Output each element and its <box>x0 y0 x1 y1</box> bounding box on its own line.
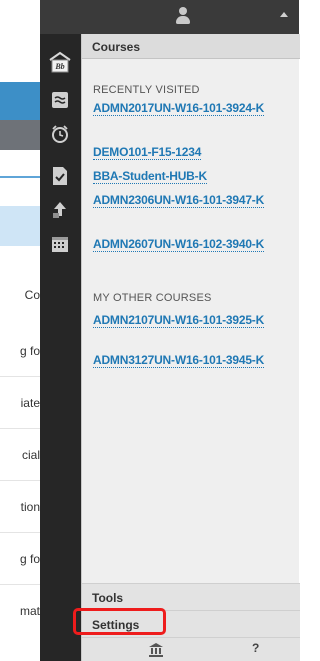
recently-visited-label: RECENTLY VISITED <box>93 84 200 96</box>
background-row-divider <box>0 376 40 377</box>
svg-text:Bb: Bb <box>54 62 64 71</box>
background-page: Co g fo iate cial tion g fo mat <box>0 0 40 661</box>
panel-title: Courses <box>92 40 141 54</box>
caret-up-icon[interactable] <box>280 12 288 17</box>
course-link[interactable]: ADMN3127UN-W16-101-3945-K <box>93 353 289 368</box>
courses-panel-header: Courses <box>82 34 300 59</box>
calendar-alarm-icon[interactable] <box>48 122 72 146</box>
background-text-fragment: mat <box>19 604 40 618</box>
background-text-fragment: tion <box>20 500 40 514</box>
background-text-fragment: Co <box>24 288 40 302</box>
institution-icon[interactable] <box>148 642 164 658</box>
courses-panel: Courses RECENTLY VISITED ADMN2017UN-W16-… <box>81 34 300 661</box>
background-text-fragment: iate <box>20 396 40 410</box>
course-link[interactable]: DEMO101-F15-1234 <box>93 145 289 160</box>
background-subheader-band <box>0 120 40 150</box>
tools-row[interactable]: Tools <box>82 583 300 610</box>
messages-icon[interactable] <box>48 198 72 222</box>
background-text-fragment: cial <box>21 448 40 462</box>
background-text-fragment: g fo <box>19 552 40 566</box>
background-highlight-row <box>0 206 40 246</box>
grades-icon[interactable] <box>48 164 72 188</box>
panel-footer: ? <box>82 637 300 661</box>
icon-rail: Bb <box>40 34 81 661</box>
background-divider <box>0 176 40 178</box>
course-link[interactable]: ADMN2017UN-W16-101-3924-K <box>93 101 289 116</box>
course-link[interactable]: ADMN2107UN-W16-101-3925-K <box>93 313 289 328</box>
course-link[interactable]: ADMN2306UN-W16-101-3947-K <box>93 193 289 208</box>
blackboard-home-icon[interactable]: Bb <box>48 50 72 74</box>
background-text-fragment: g fo <box>19 344 40 358</box>
settings-highlight-box <box>73 608 166 635</box>
activity-stream-icon[interactable] <box>48 88 72 112</box>
course-link[interactable]: BBA-Student-HUB-K <box>93 169 289 184</box>
user-icon[interactable] <box>176 6 190 26</box>
help-button[interactable]: ? <box>252 641 259 655</box>
calendar-icon[interactable] <box>48 232 72 256</box>
background-row-divider <box>0 480 40 481</box>
background-row-divider <box>0 584 40 585</box>
background-header-band <box>0 82 40 120</box>
background-row-divider <box>0 428 40 429</box>
tools-label: Tools <box>92 591 124 605</box>
my-other-courses-label: MY OTHER COURSES <box>93 292 212 304</box>
background-row-divider <box>0 532 40 533</box>
top-bar <box>0 0 299 34</box>
course-link[interactable]: ADMN2607UN-W16-102-3940-K <box>93 237 289 252</box>
